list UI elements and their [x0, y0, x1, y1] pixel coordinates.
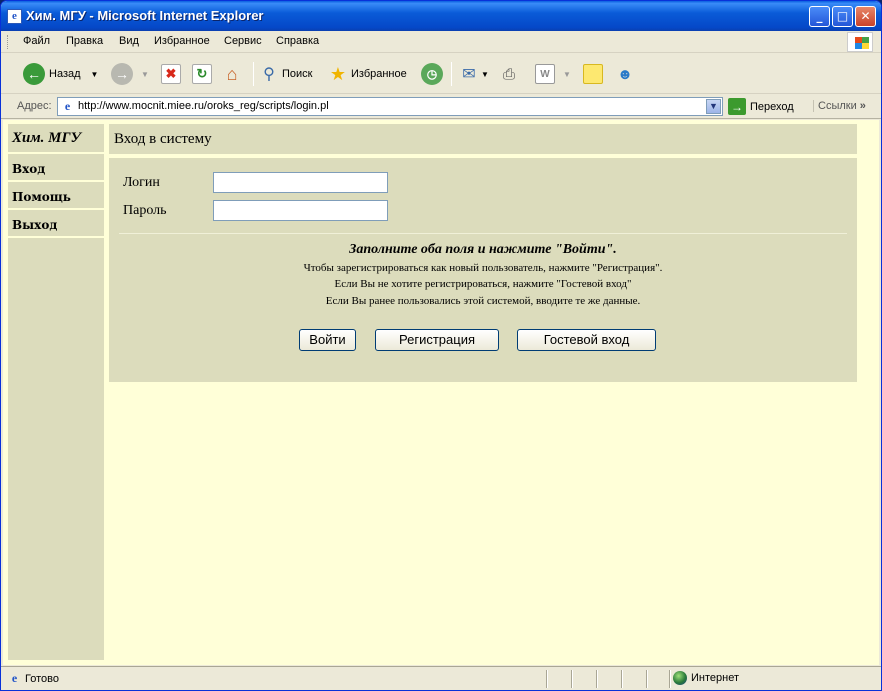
messenger-button[interactable]: ☻ [615, 62, 635, 86]
login-label: Логин [123, 175, 160, 190]
printer-icon: ⎙ [502, 65, 515, 83]
sidebar-item-logout[interactable]: Выход [8, 212, 104, 238]
status-divider [546, 670, 548, 688]
instruction-register: Чтобы зарегистрироваться как новый польз… [303, 262, 663, 274]
menu-bar: Файл Правка Вид Избранное Сервис Справка [1, 31, 881, 53]
discuss-button[interactable] [583, 62, 603, 86]
search-button[interactable]: ⚲ Поиск [259, 62, 312, 86]
home-button[interactable]: ⌂ [222, 62, 242, 86]
address-dropdown-icon[interactable]: ▼ [706, 99, 721, 114]
address-label: Адрес: [17, 100, 52, 112]
page-done-icon: e [11, 671, 18, 685]
close-button[interactable]: ✕ [855, 6, 876, 27]
window-title: Хим. МГУ - Microsoft Internet Explorer [26, 8, 264, 23]
address-bar: Адрес: e http://www.mocnit.miee.ru/oroks… [1, 95, 881, 119]
toolbar-separator [451, 62, 452, 86]
print-button[interactable]: ⎙ [499, 62, 519, 86]
page-content: Хим. МГУ Вход Помощь Выход Вход в систем… [3, 120, 879, 665]
standard-toolbar: ← Назад ▼ → ▼ ✖ ↻ ⌂ ⚲ Поиск ★ Избранное … [1, 54, 881, 94]
menu-favorites[interactable]: Избранное [154, 35, 210, 47]
sidebar-header: Хим. МГУ [8, 124, 104, 154]
status-bar: e Готово Интернет [1, 666, 881, 690]
instruction-returning: Если Вы ранее пользовались этой системой… [325, 295, 641, 307]
search-icon: ⚲ [263, 66, 275, 83]
login-form: Логин Пароль Заполните оба поля и нажмит… [109, 158, 857, 382]
security-zone: Интернет [673, 671, 739, 685]
home-icon: ⌂ [226, 63, 238, 84]
register-button[interactable]: Регистрация [375, 329, 499, 351]
messenger-people-icon: ☻ [617, 65, 633, 83]
minimize-button[interactable]: _ [809, 6, 830, 27]
forward-arrow-icon: → [111, 63, 133, 85]
note-icon [583, 64, 603, 84]
mail-button[interactable]: ✉ ▼ [459, 62, 489, 86]
mail-icon: ✉ [462, 66, 476, 83]
sidebar-item-login[interactable]: Вход [8, 156, 104, 182]
go-label: Переход [750, 100, 794, 113]
back-arrow-icon: ← [23, 63, 45, 85]
favorites-button[interactable]: ★ Избранное [328, 62, 407, 86]
search-label: Поиск [282, 68, 313, 80]
chevron-right-icon: » [859, 100, 866, 112]
links-label: Ссылки [818, 100, 857, 112]
back-dropdown-icon[interactable]: ▼ [91, 70, 99, 79]
toolbar-separator [253, 62, 254, 86]
instruction-guest: Если Вы не хотите регистрироваться, нажм… [334, 278, 632, 290]
internet-globe-icon [673, 671, 687, 685]
links-button[interactable]: Ссылки » [813, 100, 866, 112]
edit-dropdown-icon[interactable]: ▼ [563, 70, 571, 79]
login-button[interactable]: Войти [299, 329, 356, 351]
back-button[interactable]: ← Назад ▼ [23, 62, 98, 86]
page-title: Вход в систему [109, 124, 857, 154]
edit-button[interactable]: W ▼ [535, 62, 571, 86]
zone-label: Интернет [691, 672, 739, 684]
favorites-label: Избранное [351, 68, 407, 80]
ie-page-icon: e [64, 99, 71, 113]
back-label: Назад [49, 68, 81, 80]
ie-page-icon: e [7, 9, 22, 24]
history-icon: ◷ [421, 63, 443, 85]
favorites-star-icon: ★ [329, 63, 347, 84]
sidebar: Хим. МГУ Вход Помощь Выход [8, 124, 104, 660]
address-url: http://www.mocnit.miee.ru/oroks_reg/scri… [78, 100, 329, 112]
password-label: Пароль [123, 203, 167, 218]
guest-login-button[interactable]: Гостевой вход [517, 329, 656, 351]
word-edit-icon: W [535, 64, 555, 84]
password-input[interactable] [213, 200, 388, 221]
windows-logo-icon [847, 32, 873, 52]
menu-edit[interactable]: Правка [66, 35, 103, 47]
menu-tools[interactable]: Сервис [224, 35, 262, 47]
address-input[interactable]: e http://www.mocnit.miee.ru/oroks_reg/sc… [57, 97, 723, 116]
status-divider [646, 670, 648, 688]
forward-button[interactable]: → ▼ [111, 62, 149, 86]
status-divider [621, 670, 623, 688]
go-arrow-icon: → [728, 98, 746, 115]
stop-button[interactable]: ✖ [161, 62, 181, 86]
go-button[interactable]: → Переход [728, 98, 794, 115]
forward-dropdown-icon[interactable]: ▼ [141, 70, 149, 79]
menu-file[interactable]: Файл [23, 35, 50, 47]
status-divider [596, 670, 598, 688]
toolbar-grip[interactable] [7, 35, 10, 49]
browser-window: e Хим. МГУ - Microsoft Internet Explorer… [0, 0, 882, 691]
maximize-button[interactable]: □ [832, 6, 853, 27]
stop-icon: ✖ [161, 64, 181, 84]
status-divider [571, 670, 573, 688]
login-input[interactable] [213, 172, 388, 193]
mail-dropdown-icon[interactable]: ▼ [481, 70, 489, 79]
status-text: Готово [25, 673, 59, 685]
history-button[interactable]: ◷ [421, 62, 443, 86]
refresh-icon: ↻ [192, 64, 212, 84]
title-bar[interactable]: e Хим. МГУ - Microsoft Internet Explorer… [1, 1, 881, 31]
divider [119, 233, 847, 234]
sidebar-item-help[interactable]: Помощь [8, 184, 104, 210]
menu-help[interactable]: Справка [276, 35, 319, 47]
refresh-button[interactable]: ↻ [192, 62, 212, 86]
menu-view[interactable]: Вид [119, 35, 139, 47]
status-divider [669, 670, 671, 688]
instruction-heading: Заполните оба поля и нажмите "Войти". [349, 242, 617, 257]
